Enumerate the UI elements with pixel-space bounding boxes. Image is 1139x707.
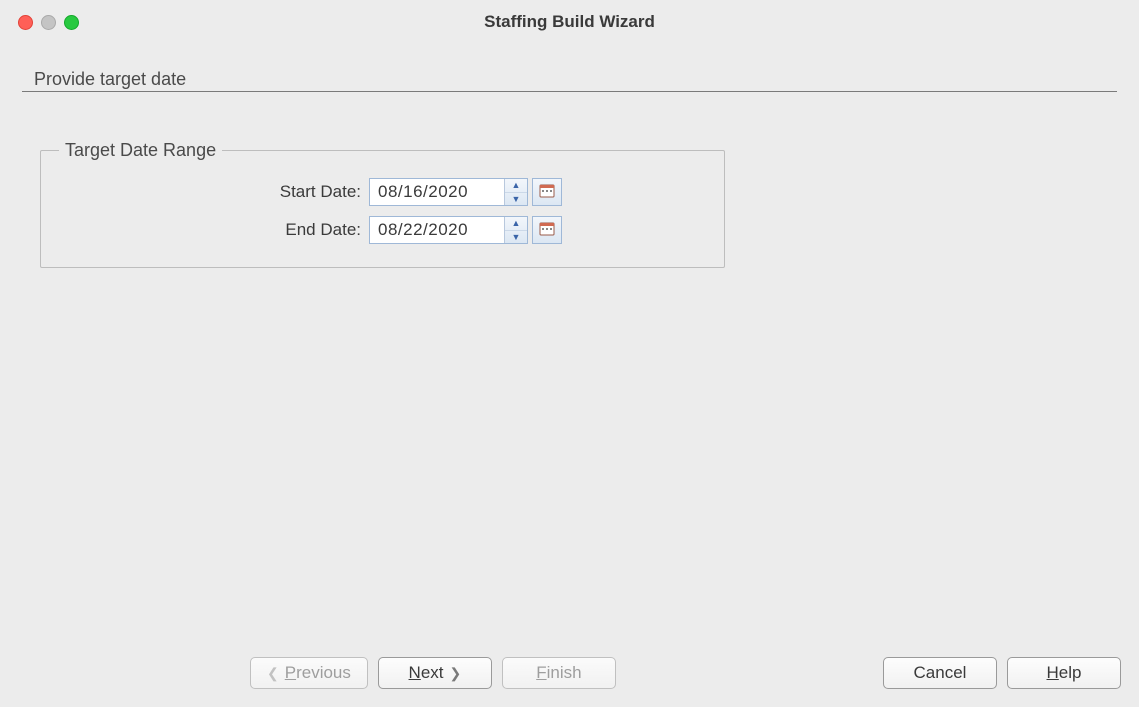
cancel-button[interactable]: Cancel	[883, 657, 997, 689]
help-mnemonic: H	[1047, 663, 1059, 682]
wizard-nav-group: ❮ Previous Next ❯ Finish	[250, 657, 616, 689]
finish-button: Finish	[502, 657, 616, 689]
wizard-button-bar: ❮ Previous Next ❯ Finish Cancel Help	[0, 642, 1139, 707]
previous-mnemonic: P	[285, 663, 296, 682]
start-date-row: Start Date: ▲ ▼	[59, 173, 706, 211]
window-controls	[18, 15, 79, 30]
chevron-left-icon: ❮	[267, 665, 279, 682]
calendar-icon	[539, 220, 555, 241]
close-window-button[interactable]	[18, 15, 33, 30]
finish-rest: inish	[547, 663, 582, 682]
zoom-window-button[interactable]	[64, 15, 79, 30]
form-area: Target Date Range Start Date: ▲ ▼	[22, 92, 1117, 268]
previous-rest: revious	[296, 663, 351, 682]
start-date-calendar-button[interactable]	[532, 178, 562, 206]
next-button[interactable]: Next ❯	[378, 657, 492, 689]
page-heading: Provide target date	[22, 62, 1117, 92]
next-mnemonic: N	[409, 663, 421, 682]
start-date-step-down-icon[interactable]: ▼	[505, 192, 527, 206]
start-date-spinner: ▲ ▼	[504, 179, 527, 205]
next-rest: ext	[421, 663, 444, 682]
finish-mnemonic: F	[536, 663, 546, 682]
wizard-window: Staffing Build Wizard Provide target dat…	[0, 0, 1139, 707]
end-date-label: End Date:	[59, 220, 369, 240]
chevron-right-icon: ❯	[450, 665, 462, 682]
start-date-step-up-icon[interactable]: ▲	[505, 179, 527, 192]
end-date-step-up-icon[interactable]: ▲	[505, 217, 527, 230]
end-date-spinner: ▲ ▼	[504, 217, 527, 243]
end-date-row: End Date: ▲ ▼	[59, 211, 706, 249]
previous-button: ❮ Previous	[250, 657, 368, 689]
target-date-range-group: Target Date Range Start Date: ▲ ▼	[40, 140, 725, 268]
end-date-calendar-button[interactable]	[532, 216, 562, 244]
start-date-field: ▲ ▼	[369, 178, 528, 206]
window-title: Staffing Build Wizard	[0, 12, 1139, 32]
content-area: Provide target date Target Date Range St…	[0, 44, 1139, 642]
start-date-input[interactable]	[370, 179, 504, 205]
end-date-input[interactable]	[370, 217, 504, 243]
page-heading-text: Provide target date	[34, 69, 186, 90]
group-legend: Target Date Range	[59, 140, 222, 161]
help-rest: elp	[1059, 663, 1082, 682]
end-date-step-down-icon[interactable]: ▼	[505, 230, 527, 244]
page-heading-separator	[22, 91, 1117, 92]
start-date-label: Start Date:	[59, 182, 369, 202]
end-date-field: ▲ ▼	[369, 216, 528, 244]
titlebar: Staffing Build Wizard	[0, 0, 1139, 44]
calendar-icon	[539, 182, 555, 203]
help-button[interactable]: Help	[1007, 657, 1121, 689]
cancel-label: Cancel	[914, 663, 967, 683]
minimize-window-button[interactable]	[41, 15, 56, 30]
